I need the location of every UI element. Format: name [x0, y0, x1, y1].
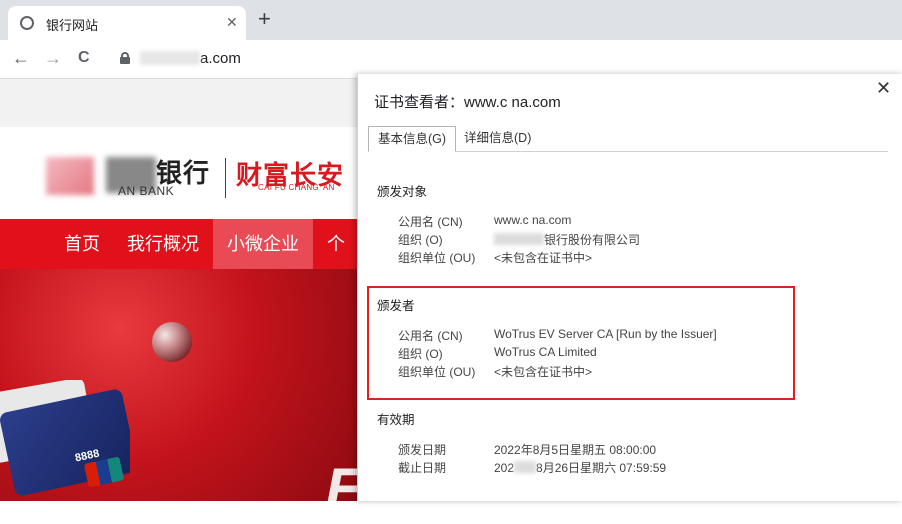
browser-tab[interactable]: 银行网站 ✕ [8, 6, 246, 40]
subject-o-value-wrap: 银行股份有限公司 [494, 231, 640, 248]
address-bar[interactable]: a.com [140, 50, 241, 67]
subject-ou-label: 组织单位 (OU) [398, 251, 476, 265]
issuer-heading: 颁发者 [377, 299, 415, 313]
forward-arrow-icon[interactable]: → [44, 48, 62, 68]
expiry-date-label: 截止日期 [398, 461, 447, 475]
loading-icon [20, 16, 34, 30]
subject-cn-label: 公用名 (CN) [398, 215, 463, 229]
issuer-cn-value: WoTrus EV Server CA [Run by the Issuer] [494, 327, 717, 341]
tab-details[interactable]: 详细信息(D) [455, 126, 540, 151]
new-tab-button[interactable]: + [258, 8, 271, 30]
menu-item-personal[interactable]: 个人 [313, 219, 360, 304]
menu-item-about[interactable]: 我行概况 [113, 219, 213, 269]
bank-logo[interactable] [46, 157, 94, 195]
tab-strip: 银行网站 ✕ + [0, 0, 902, 40]
tab-title: 银行网站 [46, 18, 99, 33]
issued-date-label: 颁发日期 [398, 443, 447, 457]
expiry-year-prefix: 202 [494, 461, 515, 475]
slogan-en: CAI FU CHANG' AN [258, 183, 335, 192]
issuer-o-label: 组织 (O) [398, 347, 443, 361]
page-top-bar [0, 79, 360, 127]
dialog-title: 证书查看者：www.c na.com [374, 94, 561, 111]
subject-o-value: 银行股份有限公司 [544, 233, 641, 247]
close-tab-icon[interactable]: ✕ [226, 14, 238, 31]
logo-divider [225, 158, 226, 198]
issuer-ou-label: 组织单位 (OU) [398, 365, 476, 379]
bank-card-image: 8888 [0, 380, 130, 500]
bank-name-en: AN BANK [118, 184, 175, 198]
tab-general[interactable]: 基本信息(G) [368, 126, 457, 152]
url-text: a.com [200, 50, 241, 67]
validity-heading: 有效期 [377, 413, 415, 427]
redacted-text [140, 51, 200, 65]
subject-cn-value: www.c na.com [494, 213, 572, 227]
issuer-cn-label: 公用名 (CN) [398, 329, 463, 343]
subject-ou-value: <未包含在证书中> [494, 251, 593, 265]
main-menu: 首页 我行概况 小微企业 个人 [0, 219, 360, 304]
issued-date-value: 2022年8月5日星期五 08:00:00 [494, 443, 657, 457]
menu-item-small-business[interactable]: 小微企业 [213, 219, 313, 269]
expiry-date-value: 8月26日星期六 07:59:59 [536, 461, 667, 475]
subject-heading: 颁发对象 [377, 185, 428, 199]
pearl-decoration [152, 322, 192, 362]
menu-item-home[interactable]: 首页 [50, 219, 114, 269]
issuer-o-value: WoTrus CA Limited [494, 345, 597, 359]
redacted-text [514, 461, 537, 473]
issuer-ou-value: <未包含在证书中> [494, 365, 593, 379]
back-arrow-icon[interactable]: ← [12, 48, 30, 68]
lock-icon[interactable] [120, 52, 130, 64]
dialog-tabs: 基本信息(G) 详细信息(D) [368, 126, 888, 152]
close-icon[interactable]: ✕ [876, 78, 891, 99]
expiry-date-value-wrap: 202 8月26日星期六 07:59:59 [494, 459, 666, 476]
reload-icon[interactable]: C [78, 48, 90, 68]
certificate-viewer-dialog: 证书查看者：www.c na.com ✕ 基本信息(G) 详细信息(D) 颁发对… [357, 74, 902, 501]
subject-o-label: 组织 (O) [398, 233, 443, 247]
redacted-text [494, 233, 544, 245]
